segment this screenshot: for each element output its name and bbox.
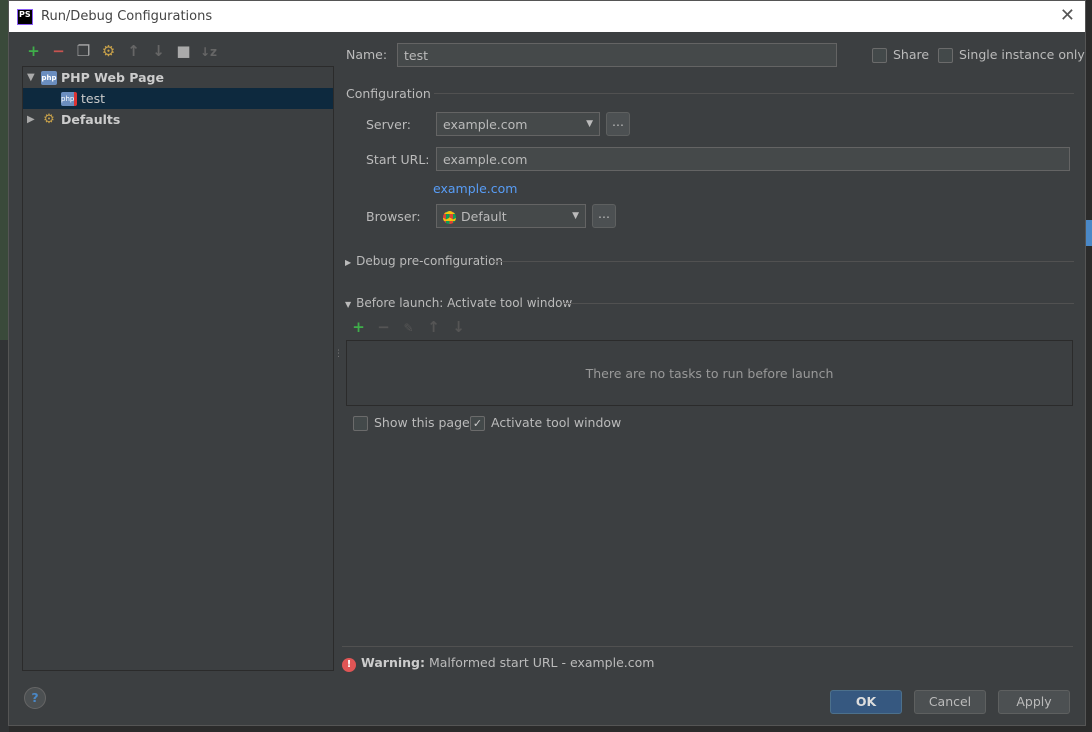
remove-task-icon[interactable]: − (371, 318, 396, 336)
php-icon: php (41, 70, 57, 85)
ok-button[interactable]: OK (830, 690, 902, 714)
phpstorm-logo-icon: PS (17, 8, 33, 25)
splitter-handle[interactable]: ⋮ (334, 349, 343, 359)
browser-label: Browser: (366, 209, 421, 224)
warning-icon: ! (342, 658, 356, 672)
server-more-button[interactable]: ... (606, 112, 630, 136)
activate-tool-window-checkbox[interactable]: ✓ Activate tool window (470, 415, 621, 431)
expand-right-icon: ▶ (345, 258, 352, 267)
tree-item-test[interactable]: php test (23, 88, 333, 109)
debug-preconfig-toggle[interactable]: ▶ Debug pre-configuration (345, 254, 503, 268)
run-debug-dialog: PS Run/Debug Configurations ✕ + − ❐ ⚙ ↑ ↓ ■ ↓z … (8, 0, 1086, 726)
sort-icon[interactable]: ↓z (196, 45, 221, 59)
tree-group-defaults[interactable]: ▶ ⚙ Defaults (23, 109, 333, 130)
apply-button[interactable]: Apply (998, 690, 1070, 714)
divider (562, 303, 1074, 304)
name-input[interactable]: test (397, 43, 837, 67)
edit-task-icon[interactable]: ✎ (396, 321, 421, 335)
chrome-icon (443, 210, 456, 224)
chevron-down-icon: ▼ (586, 119, 593, 129)
move-up-icon[interactable]: ↑ (121, 42, 146, 60)
dialog-title: Run/Debug Configurations (41, 9, 213, 24)
divider (342, 646, 1073, 647)
show-this-page-checkbox[interactable]: Show this page (353, 415, 470, 431)
config-tree: ▼ php PHP Web Page php test ▶ ⚙ Defaults (22, 66, 334, 671)
warning-message: ! Warning: Malformed start URL - example.… (342, 655, 654, 672)
cancel-button[interactable]: Cancel (914, 690, 986, 714)
folder-icon[interactable]: ■ (171, 42, 196, 60)
single-instance-checkbox[interactable]: Single instance only (938, 47, 1085, 63)
configuration-heading: Configuration (346, 86, 431, 101)
start-url-link[interactable]: example.com (433, 181, 517, 196)
php-error-icon: php (61, 91, 77, 106)
remove-icon[interactable]: − (46, 42, 71, 60)
server-select[interactable]: example.com ▼ (436, 112, 600, 136)
chevron-down-icon: ▼ (572, 211, 579, 221)
expand-down-icon: ▼ (345, 300, 352, 309)
browser-more-button[interactable]: ... (592, 204, 616, 228)
before-launch-toggle[interactable]: ▼ Before launch: Activate tool window (345, 296, 572, 310)
help-button[interactable]: ? (24, 687, 46, 709)
move-up-icon[interactable]: ↑ (421, 318, 446, 336)
server-label: Server: (366, 117, 411, 132)
expand-right-icon[interactable]: ▶ (27, 114, 41, 125)
checkmark-icon: ✓ (470, 416, 485, 431)
tree-group-php-web-page[interactable]: ▼ php PHP Web Page (23, 67, 333, 88)
before-launch-toolbar: + − ✎ ↑ ↓ (346, 318, 471, 336)
title-bar: PS Run/Debug Configurations ✕ (9, 1, 1085, 32)
start-url-input[interactable]: example.com (436, 147, 1070, 171)
wrench-icon: ⚙ (43, 111, 55, 127)
divider (434, 93, 1074, 94)
move-down-icon[interactable]: ↓ (446, 318, 471, 336)
add-task-icon[interactable]: + (346, 318, 371, 336)
share-checkbox[interactable]: Share (872, 47, 929, 63)
before-launch-task-list: There are no tasks to run before launch (346, 340, 1073, 406)
add-icon[interactable]: + (21, 42, 46, 60)
copy-icon[interactable]: ❐ (71, 42, 96, 60)
close-icon[interactable]: ✕ (1060, 5, 1075, 26)
expand-down-icon[interactable]: ▼ (27, 72, 41, 83)
config-toolbar: + − ❐ ⚙ ↑ ↓ ■ ↓z (21, 42, 221, 60)
start-url-label: Start URL: (366, 152, 430, 167)
divider (494, 261, 1074, 262)
browser-select[interactable]: Default ▼ (436, 204, 586, 228)
name-label: Name: (346, 47, 388, 62)
edit-defaults-icon[interactable]: ⚙ (96, 42, 121, 60)
move-down-icon[interactable]: ↓ (146, 42, 171, 60)
